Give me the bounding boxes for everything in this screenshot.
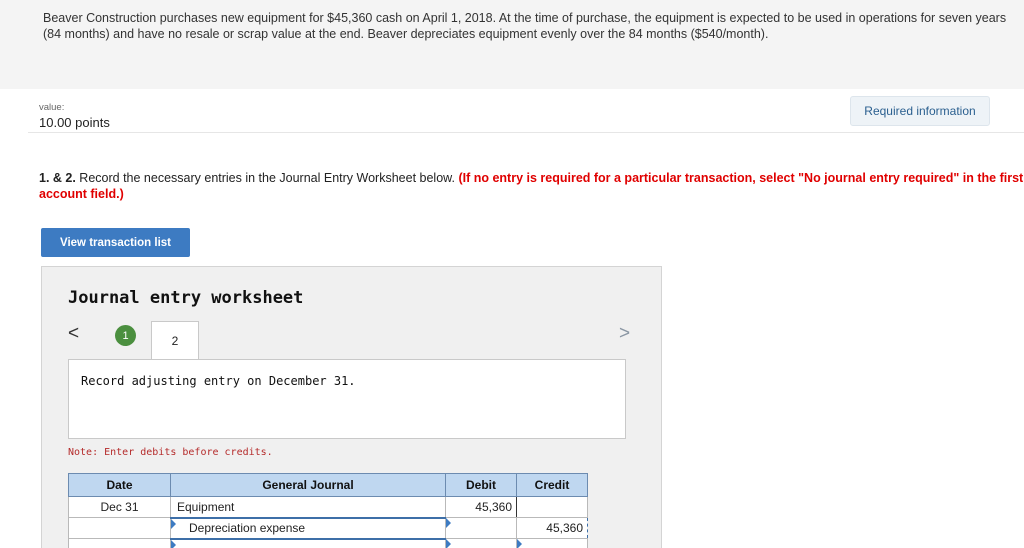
account-cell[interactable]: Depreciation expense xyxy=(170,517,446,540)
header-credit: Credit xyxy=(516,473,588,497)
date-cell[interactable] xyxy=(68,517,171,539)
journal-table: Date General Journal Debit Credit Dec 31… xyxy=(68,473,588,548)
account-cell[interactable]: Equipment xyxy=(170,496,446,519)
instructions-text: Record the necessary entries in the Jour… xyxy=(75,171,459,185)
table-row xyxy=(68,538,588,548)
debit-credit-note: Note: Enter debits before credits. xyxy=(68,447,273,458)
chevron-left-icon[interactable]: < xyxy=(68,323,79,345)
date-cell[interactable]: Dec 31 xyxy=(68,496,171,518)
step-2-tab[interactable]: 2 xyxy=(151,321,199,360)
credit-cell[interactable] xyxy=(516,496,588,518)
header-date: Date xyxy=(68,473,171,497)
entry-description-box: Record adjusting entry on December 31. xyxy=(68,359,626,439)
table-header-row: Date General Journal Debit Credit xyxy=(68,473,588,497)
dropdown-marker-icon xyxy=(446,539,451,548)
debit-cell[interactable]: 45,360 xyxy=(445,496,517,518)
problem-statement: Beaver Construction purchases new equipm… xyxy=(0,0,1024,89)
dropdown-marker-icon xyxy=(517,539,522,548)
dropdown-marker-icon xyxy=(446,518,451,528)
step-1-tab[interactable]: 1 xyxy=(115,325,136,346)
instructions: 1. & 2. Record the necessary entries in … xyxy=(39,170,1024,202)
chevron-right-icon[interactable]: > xyxy=(619,323,630,345)
view-transaction-list-button[interactable]: View transaction list xyxy=(41,228,190,257)
value-label: value: xyxy=(39,102,65,113)
dropdown-marker-icon xyxy=(171,539,176,548)
account-cell[interactable] xyxy=(170,538,446,548)
account-text: Depreciation expense xyxy=(189,521,306,535)
problem-text: Beaver Construction purchases new equipm… xyxy=(43,11,1007,41)
journal-entry-worksheet: Journal entry worksheet < 1 2 > Record a… xyxy=(41,266,662,548)
debit-cell[interactable] xyxy=(445,538,517,548)
credit-cell[interactable]: 45,360 xyxy=(516,517,588,539)
dropdown-marker-icon xyxy=(171,518,176,529)
instructions-prefix: 1. & 2. xyxy=(39,171,76,185)
debit-cell[interactable] xyxy=(445,517,517,539)
entry-description: Record adjusting entry on December 31. xyxy=(81,374,356,388)
credit-cell[interactable] xyxy=(516,538,588,548)
table-row: Dec 31 Equipment 45,360 xyxy=(68,496,588,519)
worksheet-title: Journal entry worksheet xyxy=(68,288,304,308)
value-points: 10.00 points xyxy=(39,115,110,130)
date-cell[interactable] xyxy=(68,538,171,548)
header-general-journal: General Journal xyxy=(170,473,446,497)
header-debit: Debit xyxy=(445,473,517,497)
account-text: Equipment xyxy=(177,499,235,514)
required-information-button[interactable]: Required information xyxy=(850,96,990,126)
divider xyxy=(28,132,1024,133)
table-row: Depreciation expense 45,360 xyxy=(68,517,588,540)
